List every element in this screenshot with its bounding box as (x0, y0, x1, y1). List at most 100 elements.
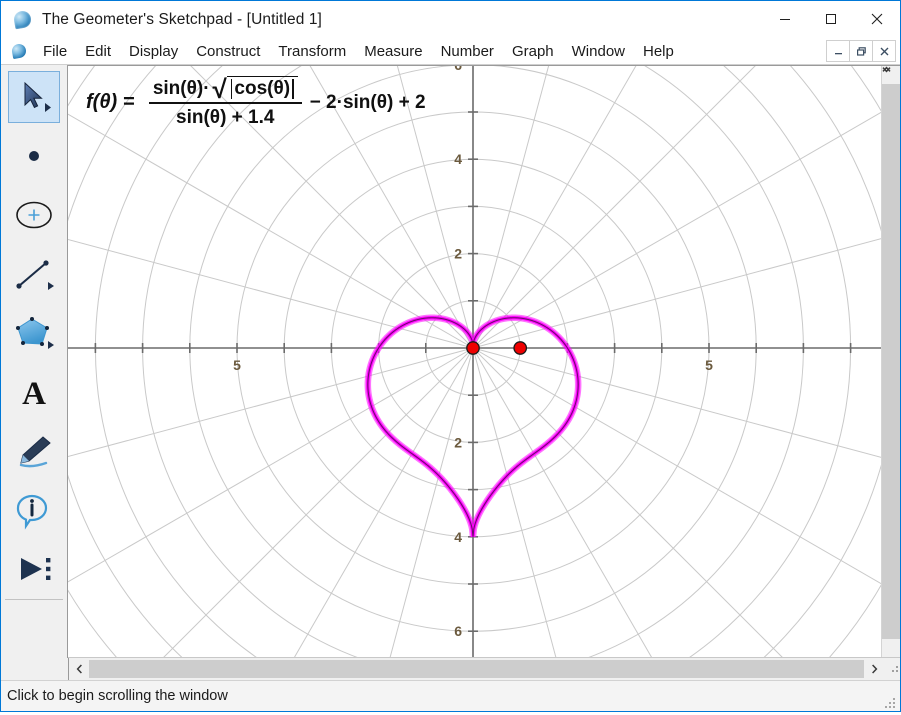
polygon-tool[interactable] (8, 307, 60, 359)
radicand: cos(θ) (227, 76, 298, 100)
marker-pen-icon (12, 431, 56, 471)
menu-help[interactable]: Help (634, 41, 683, 62)
work-area: A (1, 65, 900, 658)
window-maximize-button[interactable] (808, 1, 854, 37)
toolbar-divider (5, 599, 63, 600)
polar-plot: 55642246 (68, 66, 884, 658)
numerator-sin-factor: sin(θ)· (153, 78, 210, 100)
radicand-text: cos(θ) (234, 78, 290, 100)
arrow-select-tool[interactable] (8, 71, 60, 123)
abs-bar-right-icon (292, 79, 294, 99)
close-icon (871, 13, 883, 25)
vertical-scroll-thumb[interactable] (882, 84, 900, 639)
menu-measure[interactable]: Measure (355, 41, 431, 62)
grid-ray (473, 66, 884, 348)
window-resize-grip[interactable] (885, 697, 897, 709)
function-label[interactable]: f(θ) = sin(θ)· √ cos(θ) (86, 76, 426, 129)
y-tick-label: 6 (454, 66, 462, 73)
circle-compass-icon (12, 195, 56, 235)
text-tool[interactable]: A (8, 366, 60, 418)
tool-palette: A (1, 65, 68, 658)
sketch-canvas[interactable]: 55642246 f(θ) = sin(θ)· √ cos(θ) (68, 65, 900, 658)
information-tool[interactable] (8, 484, 60, 536)
window-controls (762, 1, 900, 37)
grid-ray (473, 348, 884, 507)
grid-ray (473, 348, 884, 658)
menu-window[interactable]: Window (563, 41, 634, 62)
title-bar: The Geometer's Sketchpad - [Untitled 1] (1, 1, 900, 38)
menu-number[interactable]: Number (432, 41, 503, 62)
minimize-icon (779, 13, 791, 25)
window-title: The Geometer's Sketchpad - [Untitled 1] (42, 11, 322, 29)
scrollbar-corner (1, 658, 69, 680)
y-tick-label: 6 (454, 623, 462, 639)
grid-ray (473, 348, 884, 655)
function-fraction: sin(θ)· √ cos(θ) sin(θ) + (149, 76, 302, 129)
polygon-icon (12, 313, 56, 353)
x-tick-label: 5 (705, 357, 713, 373)
resize-grip-icon (885, 698, 897, 710)
grid-ray (473, 348, 632, 658)
mdi-close-icon (879, 46, 890, 57)
arrow-cursor-icon (14, 77, 54, 117)
function-lhs: f(θ) (86, 91, 117, 114)
point-icon (14, 136, 54, 176)
vertical-scrollbar[interactable] (881, 66, 900, 657)
y-tick-label: 2 (454, 434, 462, 450)
menu-graph[interactable]: Graph (503, 41, 563, 62)
point-tool[interactable] (8, 130, 60, 182)
text-a-icon: A (14, 372, 54, 412)
grid-ray (473, 66, 780, 348)
info-balloon-icon (12, 490, 56, 530)
abs-bar-left-icon (231, 79, 233, 99)
y-tick-label: 4 (454, 151, 462, 167)
mdi-restore-button[interactable] (849, 40, 873, 62)
custom-play-icon (12, 549, 56, 589)
resize-grip-upper (884, 658, 900, 680)
menu-bar: File Edit Display Construct Transform Me… (1, 38, 900, 65)
menu-file[interactable]: File (34, 41, 76, 62)
menu-construct[interactable]: Construct (187, 41, 269, 62)
menu-display[interactable]: Display (120, 41, 187, 62)
polar-grid (68, 66, 884, 658)
scroll-right-button[interactable] (864, 658, 884, 680)
svg-text:A: A (22, 376, 46, 412)
sketch-area: 55642246 f(θ) = sin(θ)· √ cos(θ) (68, 65, 900, 658)
horizontal-scrollbar-row (1, 658, 900, 680)
fraction-denominator: sin(θ) + 1.4 (172, 104, 278, 129)
straightedge-tool[interactable] (8, 248, 60, 300)
marker-tool[interactable] (8, 425, 60, 477)
horizontal-scrollbar[interactable] (69, 658, 900, 680)
custom-tool[interactable] (8, 543, 60, 595)
function-equals: = (123, 91, 135, 114)
compass-circle-tool[interactable] (8, 189, 60, 241)
fraction-numerator: sin(θ)· √ cos(θ) (149, 76, 302, 102)
menu-transform[interactable]: Transform (269, 41, 355, 62)
mdi-minimize-button[interactable] (826, 40, 850, 62)
grid-ray (473, 66, 884, 348)
window-close-button[interactable] (854, 1, 900, 37)
mdi-window-controls (827, 40, 896, 62)
mdi-close-button[interactable] (872, 40, 896, 62)
radical-sign-icon: √ (213, 78, 227, 102)
scroll-down-button[interactable] (882, 639, 900, 657)
scroll-left-button[interactable] (69, 658, 89, 680)
mdi-minimize-icon (833, 46, 844, 57)
y-tick-label: 2 (454, 246, 462, 262)
horizontal-scroll-thumb[interactable] (89, 660, 864, 678)
origin-point (467, 342, 479, 354)
chevron-down-icon (882, 66, 891, 73)
status-bar: Click to begin scrolling the window (1, 680, 900, 711)
menu-edit[interactable]: Edit (76, 41, 120, 62)
square-root-group: √ cos(θ) (213, 76, 298, 100)
function-tail: − 2·sin(θ) + 2 (310, 92, 426, 114)
maximize-icon (825, 13, 837, 25)
unit-point (514, 342, 526, 354)
chevron-left-icon (76, 664, 83, 674)
window-minimize-button[interactable] (762, 1, 808, 37)
grid-ray (314, 348, 473, 658)
chevron-right-icon (871, 664, 878, 674)
app-water-drop-icon (13, 10, 33, 30)
status-message: Click to begin scrolling the window (7, 688, 228, 704)
sketchpad-window: The Geometer's Sketchpad - [Untitled 1] … (0, 0, 901, 712)
